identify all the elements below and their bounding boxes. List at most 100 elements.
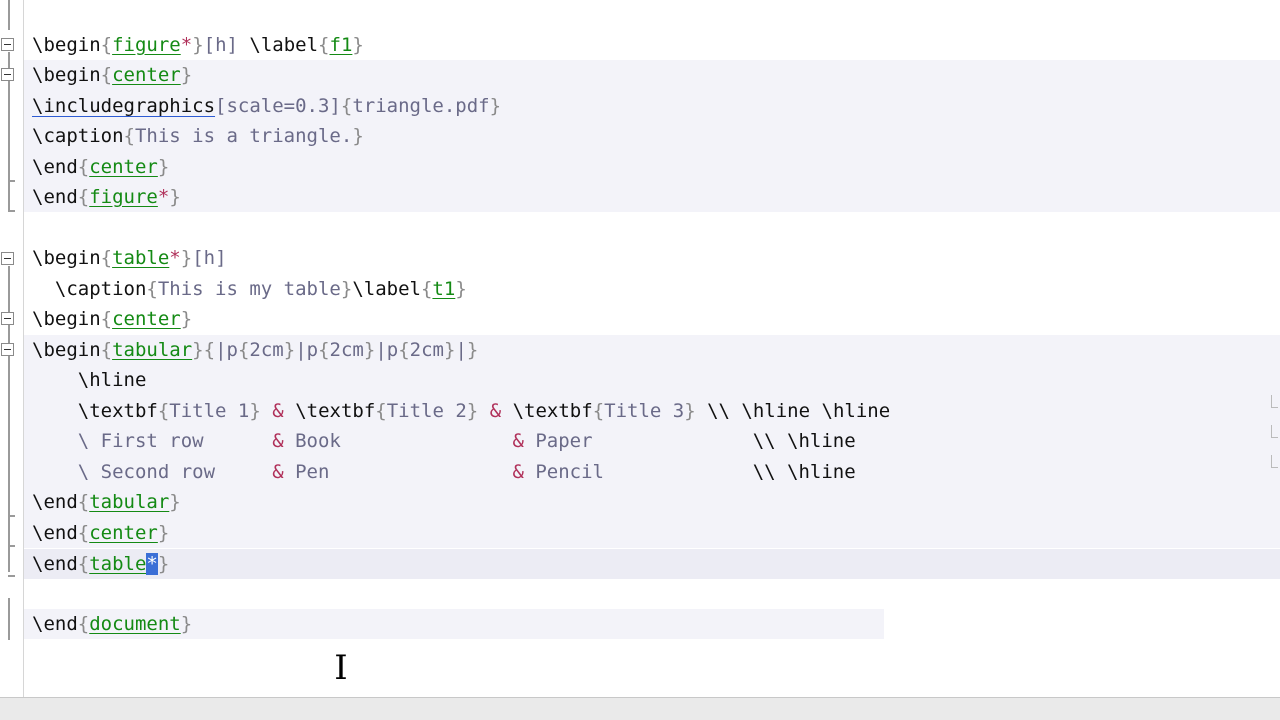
brace: } xyxy=(157,156,170,178)
column-separator: & xyxy=(489,400,502,422)
code-line[interactable]: \end{center} xyxy=(32,518,169,548)
environment-name: table xyxy=(112,247,170,269)
label-ref: t1 xyxy=(432,278,456,300)
column-separator: & xyxy=(272,430,284,452)
fold-toggle-button[interactable] xyxy=(1,312,14,325)
environment-name: figure xyxy=(112,34,181,56)
fold-rail xyxy=(8,598,10,640)
brace: } xyxy=(455,278,467,300)
code-line[interactable]: \hline xyxy=(32,365,147,395)
brace: { xyxy=(157,400,170,422)
argument: This is a triangle. xyxy=(134,125,353,147)
cell-text: \ First row xyxy=(32,430,273,452)
label-ref: f1 xyxy=(329,34,353,56)
code-line[interactable]: \begin{center} xyxy=(32,304,192,334)
brace: { xyxy=(100,247,113,269)
environment-name: tabular xyxy=(89,491,170,513)
brace: } xyxy=(169,186,181,208)
cell-text: \ Second row xyxy=(32,461,273,483)
cell-text: Paper xyxy=(523,430,753,452)
brace: } xyxy=(466,400,479,422)
brace: } xyxy=(157,522,170,544)
code-line[interactable]: \begin{table*}[h] xyxy=(32,243,227,273)
latex-command: \end xyxy=(32,613,78,635)
environment-name: center xyxy=(89,522,158,544)
brace: { xyxy=(77,553,90,575)
latex-command: \end xyxy=(32,156,78,178)
code-line-current[interactable]: \end{table*} xyxy=(32,549,169,579)
environment-name: document xyxy=(89,613,181,635)
brace: } xyxy=(157,553,170,575)
option-arg: [scale=0.3] xyxy=(215,95,341,117)
code-line[interactable]: \includegraphics[scale=0.3]{triangle.pdf… xyxy=(32,91,501,121)
fold-toggle-button[interactable] xyxy=(1,68,14,81)
code-line[interactable]: \end{tabular} xyxy=(32,487,181,517)
environment-name: table xyxy=(89,553,147,575)
brace: { xyxy=(123,125,135,147)
brace: } xyxy=(489,95,502,117)
code-line[interactable]: \textbf{Title 1} & \textbf{Title 2} & \t… xyxy=(32,396,890,426)
brace: { xyxy=(375,400,387,422)
column-separator: & xyxy=(272,400,284,422)
argument: triangle.pdf xyxy=(352,95,490,117)
brace: { xyxy=(592,400,605,422)
column-width: 2cm xyxy=(249,339,284,361)
code-line[interactable]: \end{figure*} xyxy=(32,182,181,212)
brace: { xyxy=(318,34,330,56)
latex-command: \begin xyxy=(32,64,101,86)
brace: { xyxy=(77,522,90,544)
argument: Title 1 xyxy=(169,400,250,422)
argument: This is my table xyxy=(157,278,341,300)
latex-command: \hline xyxy=(32,369,147,391)
column-spec: | xyxy=(455,339,467,361)
i-beam-cursor-icon: I xyxy=(334,648,348,688)
overflow-markers xyxy=(1270,395,1278,485)
fold-toggle-button[interactable] xyxy=(1,38,14,51)
current-line-highlight xyxy=(24,549,1280,579)
code-line[interactable]: \ Second row & Pen & Pencil \\ \hline xyxy=(32,457,856,487)
environment-name: center xyxy=(112,308,181,330)
latex-command: \begin xyxy=(32,34,101,56)
code-line[interactable]: \begin{figure*}[h] \label{f1} xyxy=(32,30,364,60)
argument: Title 2 xyxy=(386,400,467,422)
brace: } xyxy=(684,400,696,422)
code-line[interactable]: \end{document} xyxy=(32,609,192,639)
latex-command: \end xyxy=(32,553,78,575)
latex-command: \label xyxy=(352,278,421,300)
brace: } xyxy=(340,278,353,300)
star-marker: * xyxy=(157,186,170,208)
code-line[interactable]: \end{center} xyxy=(32,152,169,182)
column-spec: |p xyxy=(215,339,238,361)
brace: } xyxy=(180,613,193,635)
code-line[interactable]: \begin{tabular}{|p{2cm}|p{2cm}|p{2cm}|} xyxy=(32,335,478,365)
brace: { xyxy=(100,308,113,330)
latex-command: \begin xyxy=(32,247,101,269)
fold-toggle-button[interactable] xyxy=(1,343,14,356)
latex-command: \begin xyxy=(32,308,101,330)
row-end: \\ \hline \hline xyxy=(695,400,891,422)
brace: { xyxy=(420,278,433,300)
argument: Title 3 xyxy=(604,400,685,422)
code-line[interactable]: \caption{This is my table}\label{t1} xyxy=(32,274,467,304)
latex-command: \label xyxy=(237,34,319,56)
code-line[interactable]: \ First row & Book & Paper \\ \hline xyxy=(32,426,856,456)
code-line[interactable]: \begin{center} xyxy=(32,60,192,90)
brace: { xyxy=(100,339,113,361)
latex-command: \textbf xyxy=(295,400,376,422)
brace: { xyxy=(77,156,90,178)
brace: { xyxy=(340,95,353,117)
code-line[interactable]: \caption{This is a triangle.} xyxy=(32,121,364,151)
fold-toggle-button[interactable] xyxy=(1,252,14,265)
environment-name: center xyxy=(89,156,158,178)
code-editor[interactable]: \begin{figure*}[h] \label{f1} \begin{cen… xyxy=(0,0,1280,697)
brace: } xyxy=(363,339,376,361)
fold-end-tick xyxy=(8,575,15,577)
brace: } xyxy=(180,308,193,330)
brace: } xyxy=(192,34,204,56)
fold-end-tick xyxy=(8,180,15,182)
brace: { xyxy=(100,64,113,86)
column-width: 2cm xyxy=(409,339,444,361)
text-selection[interactable]: * xyxy=(146,553,158,575)
brace: { xyxy=(203,339,216,361)
cell-text: Pencil xyxy=(523,461,753,483)
